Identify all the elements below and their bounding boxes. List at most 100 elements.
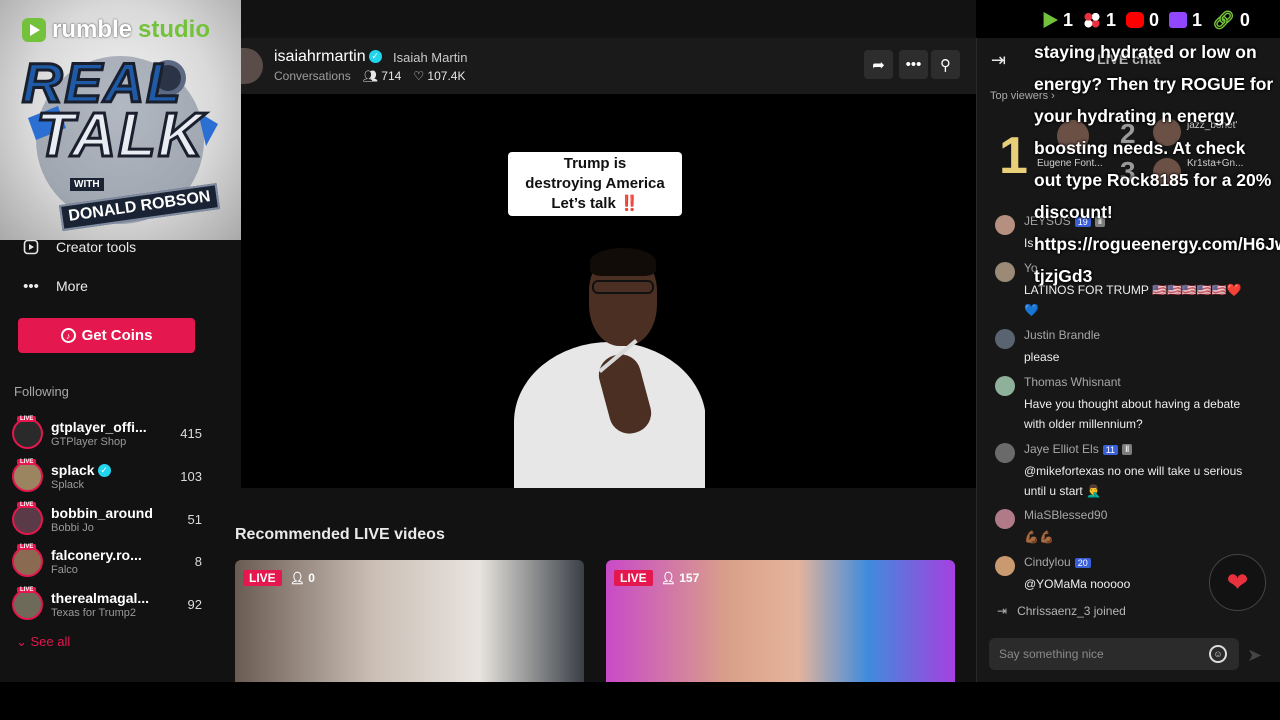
chat-input[interactable] [999, 638, 1199, 670]
youtube-counter: 0 [1126, 10, 1159, 31]
creator-tools-label: Creator tools [56, 239, 137, 255]
verified-icon: ✓ [97, 464, 111, 478]
chat-text: 💪🏾💪🏾 [1024, 530, 1054, 544]
avatar: LIVE [12, 501, 43, 535]
kick-dots-icon [1083, 12, 1102, 28]
avatar: LIVE [12, 586, 43, 620]
more-link[interactable]: ••• More [22, 277, 88, 295]
creator-tools-link[interactable]: Creator tools [22, 238, 136, 256]
recommended-card[interactable]: LIVE 👤︎ 157 [606, 560, 955, 682]
live-video[interactable]: Trump is destroying America Let’s talk ‼… [241, 94, 976, 488]
rumble-icon [1043, 12, 1058, 28]
rank-1: 1 [999, 127, 1028, 185]
twitch-count: 1 [1192, 9, 1203, 30]
chat-username[interactable]: MiaSBlessed90 [1024, 508, 1107, 522]
following-sub: Splack [51, 478, 85, 491]
viewers-stat: 👥︎ 714 [362, 69, 402, 83]
camera-feed [484, 244, 705, 488]
sponsor-overlay-text: staying hydrated or low on energy? Then … [1034, 42, 1280, 286]
avatar[interactable] [995, 556, 1015, 576]
chat-username[interactable]: Justin Brandle [1024, 328, 1100, 342]
stream-category[interactable]: Conversations [274, 69, 351, 83]
viewer-count: 8 [194, 553, 202, 569]
get-coins-button[interactable]: ♪ Get Coins [18, 318, 195, 353]
following-item[interactable]: LIVE splack ✓ Splack 103 [12, 456, 202, 496]
viewer-count: 415 [180, 425, 202, 441]
video-caption: Trump is destroying America Let’s talk ‼… [508, 152, 682, 216]
send-icon[interactable]: ➤ [1247, 645, 1262, 666]
viewer-count: 👤︎ 157 [660, 571, 700, 585]
more-dots-icon: ••• [23, 277, 39, 295]
following-sub: Bobbi Jo [51, 521, 94, 534]
show-logo-overlay: rumble studio REAL TALK WITH DONALD ROBS… [0, 0, 241, 240]
level-badge: 11 [1102, 444, 1119, 455]
platform-counters: 1 1 0 1 🔗︎ 0 [1040, 8, 1250, 32]
host-display-name: Isaiah Martin [393, 50, 468, 65]
youtube-icon [1126, 12, 1145, 28]
logo-talk-text: TALK [35, 100, 205, 172]
avatar: LIVE [12, 458, 43, 492]
following-item[interactable]: LIVE falconery.ro... Falco 8 [12, 541, 202, 581]
stream-header: isaiahrmartin ✓ Isaiah Martin Conversatio… [241, 38, 976, 94]
following-name: therealmagal... [51, 589, 150, 606]
kick-count: 1 [1106, 9, 1117, 30]
live-badge: LIVE [17, 543, 37, 550]
twitch-counter: 1 [1169, 10, 1202, 31]
chat-text: please [1024, 350, 1060, 364]
avatar[interactable] [995, 215, 1015, 235]
viewer-count: 103 [180, 468, 202, 484]
rumble-logo-icon [22, 18, 46, 42]
following-sub: GTPlayer Shop [51, 435, 127, 448]
creator-tools-icon [22, 238, 40, 256]
person-check-icon: ⚲ [940, 56, 951, 74]
kick-counter: 1 [1083, 10, 1116, 31]
avatar[interactable] [995, 443, 1015, 463]
following-item[interactable]: LIVE gtplayer_offi... GTPlayer Shop 415 [12, 413, 202, 453]
avatar[interactable] [995, 329, 1015, 349]
likes-stat: ♡ 107.4K [413, 69, 466, 83]
more-options-button[interactable]: ••• [899, 50, 928, 79]
emoji-button[interactable]: ☺ [1209, 645, 1227, 663]
heart-icon: ❤ [1226, 567, 1249, 597]
following-sub: Texas for Trump2 [51, 606, 136, 619]
verified-icon: ✓ [368, 50, 382, 64]
join-notice: ⇥ Chrissaenz_3 joined [997, 604, 1126, 618]
following-name: falconery.ro... [51, 546, 142, 563]
get-coins-label: Get Coins [81, 327, 153, 344]
viewer-count: 👤︎ 0 [289, 571, 315, 585]
live-badge: LIVE [17, 458, 37, 465]
rumble-count: 1 [1063, 9, 1074, 30]
stream-meta: Conversations 👥︎ 714 ♡ 107.4K [274, 69, 465, 83]
share-button[interactable]: ➦ [864, 50, 893, 79]
bottom-bar [0, 682, 1280, 720]
chat-username[interactable]: Cindylou 20 [1024, 555, 1091, 569]
host-username[interactable]: isaiahrmartin ✓ [274, 48, 382, 66]
chat-username[interactable]: Thomas Whisnant [1024, 375, 1121, 389]
twitch-icon [1169, 12, 1188, 28]
coin-icon: ♪ [60, 328, 76, 343]
live-badge: LIVE [614, 570, 653, 586]
following-name: splack ✓ [51, 462, 163, 478]
following-item[interactable]: LIVE bobbin_around Bobbi Jo 51 [12, 499, 202, 539]
avatar[interactable] [995, 376, 1015, 396]
chat-username[interactable]: Jaye Elliot Els 11 Ⅱ [1024, 442, 1133, 456]
like-heart-button[interactable]: ❤ [1209, 554, 1266, 611]
recommended-card[interactable]: LIVE 👤︎ 0 [235, 560, 584, 682]
viewer-count: 51 [187, 511, 202, 527]
share-icon: ➦ [872, 56, 885, 74]
avatar: LIVE [12, 415, 43, 449]
following-item[interactable]: LIVE therealmagal... Texas for Trump2 92 [12, 584, 202, 624]
chat-input-box: ☺ [989, 638, 1239, 670]
logo-with-text: WITH [70, 178, 104, 191]
avatar[interactable] [995, 262, 1015, 282]
avatar[interactable] [995, 509, 1015, 529]
live-badge: LIVE [17, 415, 37, 422]
host-avatar[interactable] [241, 48, 263, 84]
fan-badge-icon: Ⅱ [1122, 444, 1133, 456]
following-sub: Falco [51, 563, 78, 576]
join-icon: ⇥ [997, 604, 1008, 618]
report-button[interactable]: ⚲ [931, 50, 960, 79]
following-name: gtplayer_offi... [51, 418, 147, 435]
avatar: LIVE [12, 543, 43, 577]
see-all-link[interactable]: ⌄ See all [16, 634, 70, 650]
